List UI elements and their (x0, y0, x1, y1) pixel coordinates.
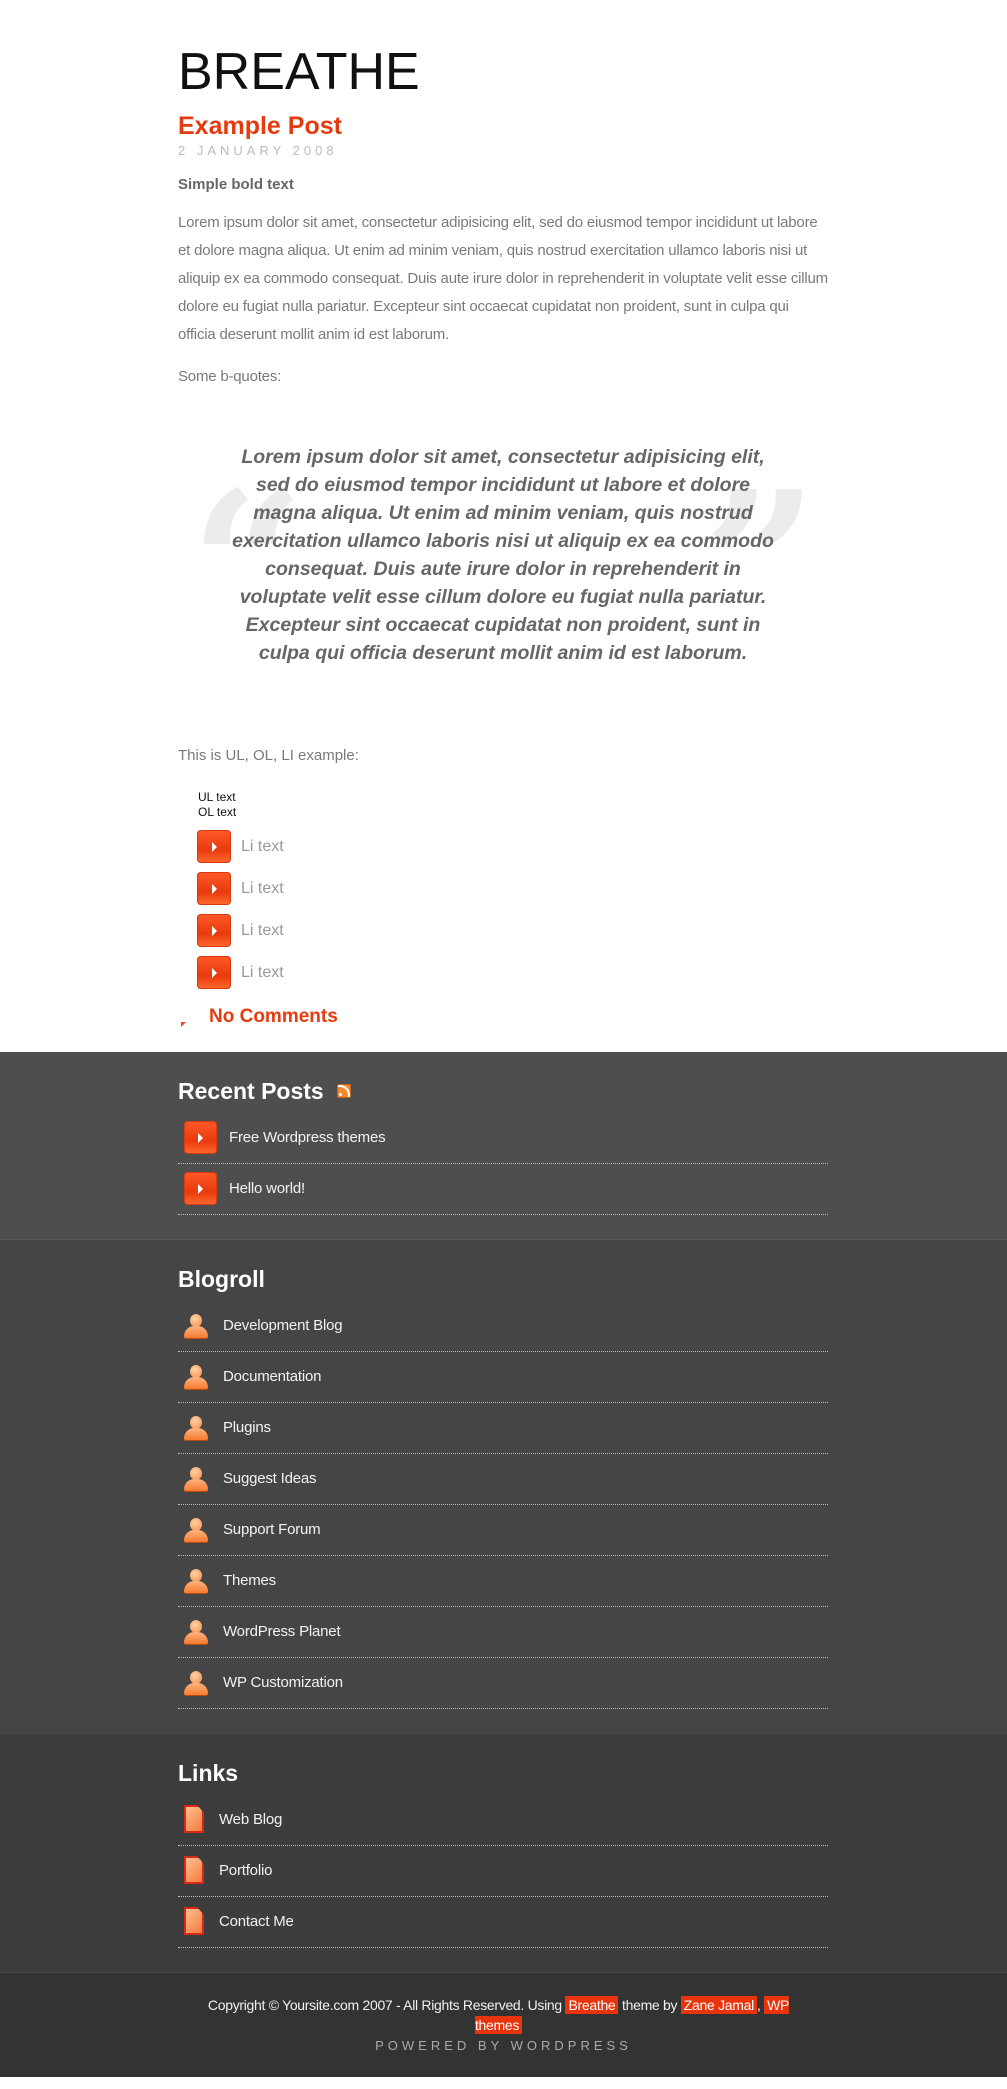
links-link[interactable]: Portfolio (219, 1862, 272, 1879)
ul-ol-list: UL text OL text (198, 790, 828, 820)
bquotes-intro: Some b-quotes: (178, 367, 282, 385)
recent-posts-section: Recent Posts Free Wordpress themes Hello… (0, 1051, 1007, 1239)
list-item-label: Li text (241, 921, 284, 939)
recent-post-link[interactable]: Hello world! (229, 1180, 305, 1197)
blogroll-list: Development Blog Documentation Plugins S… (178, 1301, 828, 1709)
comments-link[interactable]: No Comments (209, 1006, 338, 1028)
blogroll-link[interactable]: Plugins (223, 1419, 271, 1436)
document-icon (184, 1805, 206, 1834)
post-date: 2 JANUARY 2008 (178, 142, 338, 158)
arrow-right-icon (197, 914, 231, 947)
blogroll-item[interactable]: Suggest Ideas (178, 1454, 828, 1505)
recent-posts-title: Recent Posts (178, 1077, 324, 1104)
user-icon (183, 1363, 209, 1391)
links-item[interactable]: Contact Me (178, 1897, 828, 1948)
user-icon (183, 1414, 209, 1442)
links-list: Web Blog Portfolio Contact Me (178, 1795, 828, 1948)
list-intro: This is UL, OL, LI example: (178, 746, 359, 764)
blogroll-link[interactable]: WordPress Planet (223, 1623, 341, 1640)
blogroll-link[interactable]: Themes (223, 1572, 276, 1589)
site-title[interactable]: BREATHE (178, 0, 828, 98)
bold-text: Simple bold text (178, 175, 294, 193)
rss-feed-icon[interactable] (336, 1084, 351, 1098)
blogroll-item[interactable]: Support Forum (178, 1505, 828, 1556)
powered-by-wordpress[interactable]: POWERED BY WORDPRESS (0, 2038, 1007, 2053)
theme-by-text: theme by (618, 1996, 681, 2013)
list-item: Li text (197, 952, 828, 994)
blogroll-item[interactable]: Development Blog (178, 1301, 828, 1352)
recent-posts-list: Free Wordpress themes Hello world! (178, 1113, 828, 1215)
blogroll-item[interactable]: WordPress Planet (178, 1607, 828, 1658)
recent-post-item[interactable]: Free Wordpress themes (178, 1113, 828, 1164)
arrow-right-icon (197, 830, 231, 863)
blogroll-link[interactable]: Suggest Ideas (223, 1470, 317, 1487)
copyright-prefix: Copyright © Yoursite.com 2007 - All Righ… (207, 1996, 566, 2013)
blockquote-text: Lorem ipsum dolor sit amet, consectetur … (232, 445, 774, 664)
document-icon (184, 1907, 206, 1936)
blogroll-link[interactable]: Development Blog (223, 1317, 343, 1334)
post-paragraph: Lorem ipsum dolor sit amet, consectetur … (178, 213, 828, 343)
recent-post-link[interactable]: Free Wordpress themes (229, 1129, 386, 1146)
list-item: Li text (197, 868, 828, 910)
links-item[interactable]: Web Blog (178, 1795, 828, 1846)
arrow-right-icon (184, 1172, 217, 1205)
recent-post-item[interactable]: Hello world! (178, 1164, 828, 1215)
links-heading: Links (178, 1759, 239, 1786)
arrow-right-icon (184, 1121, 217, 1154)
list-item: Li text (197, 910, 828, 952)
user-icon (183, 1567, 209, 1595)
user-icon (183, 1516, 209, 1544)
list-item-label: Li text (241, 837, 284, 855)
comments-row: No Comments (178, 1006, 828, 1052)
recent-posts-heading: Recent Posts (178, 1078, 828, 1105)
ul-text: UL text (198, 789, 236, 804)
breathe-theme-link[interactable]: Breathe (565, 1995, 619, 2014)
comment-bubble-icon (178, 1008, 200, 1027)
user-icon (183, 1669, 209, 1697)
user-icon (183, 1465, 209, 1493)
blogroll-link[interactable]: Documentation (223, 1368, 321, 1385)
main-content: BREATHE Example Post 2 JANUARY 2008 Simp… (178, 0, 828, 1052)
list-item-label: Li text (241, 963, 284, 981)
links-link[interactable]: Contact Me (219, 1913, 294, 1930)
blogroll-link[interactable]: Support Forum (223, 1521, 321, 1538)
blogroll-heading: Blogroll (178, 1265, 265, 1292)
blogroll-link[interactable]: WP Customization (223, 1674, 343, 1691)
post-title[interactable]: Example Post (178, 112, 828, 141)
user-icon (183, 1618, 209, 1646)
li-list: Li text Li text Li text Li text (197, 826, 828, 994)
blogroll-section: Blogroll Development Blog Documentation … (0, 1238, 1007, 1733)
list-item: Li text (197, 826, 828, 868)
blogroll-item[interactable]: Themes (178, 1556, 828, 1607)
links-link[interactable]: Web Blog (219, 1811, 282, 1828)
links-item[interactable]: Portfolio (178, 1846, 828, 1897)
arrow-right-icon (197, 956, 231, 989)
blockquote: “ ” Lorem ipsum dolor sit amet, consecte… (178, 431, 828, 711)
copyright-text: Copyright © Yoursite.com 2007 - All Righ… (0, 1995, 1007, 2035)
blogroll-item[interactable]: WP Customization (178, 1658, 828, 1709)
footer: Copyright © Yoursite.com 2007 - All Righ… (0, 1971, 1007, 2077)
user-icon (183, 1312, 209, 1340)
author-link[interactable]: Zane Jamal (680, 1995, 757, 2014)
blogroll-item[interactable]: Plugins (178, 1403, 828, 1454)
blogroll-item[interactable]: Documentation (178, 1352, 828, 1403)
arrow-right-icon (197, 872, 231, 905)
links-section: Links Web Blog Portfolio Contact Me (0, 1732, 1007, 1972)
document-icon (184, 1856, 206, 1885)
list-item-label: Li text (241, 879, 284, 897)
ol-text: OL text (198, 804, 237, 819)
